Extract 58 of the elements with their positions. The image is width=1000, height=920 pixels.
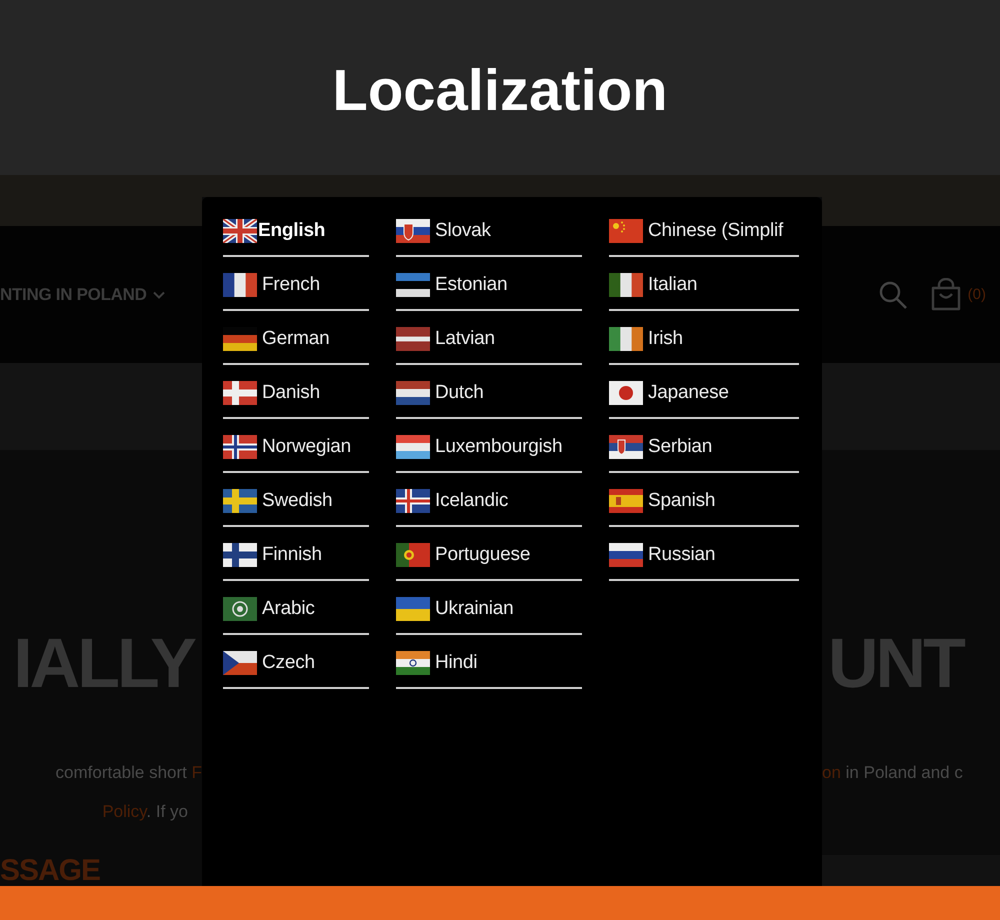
- language-option[interactable]: Ukrainian: [396, 585, 582, 635]
- language-option[interactable]: Dutch: [396, 369, 582, 419]
- flag-icon: [396, 381, 430, 405]
- flag-icon: [609, 435, 643, 459]
- flag-icon: [609, 381, 643, 405]
- language-option[interactable]: Hindi: [396, 639, 582, 689]
- flag-icon: [609, 219, 643, 243]
- flag-icon: [396, 327, 430, 351]
- paragraph-text: Policy. If yo: [101, 802, 189, 822]
- language-option[interactable]: Finnish: [223, 531, 369, 581]
- language-option[interactable]: French: [223, 261, 369, 311]
- cart-count: (0): [968, 286, 986, 303]
- language-option[interactable]: German: [223, 315, 369, 365]
- page-title: Localization: [332, 57, 668, 124]
- flag-icon: [223, 219, 257, 243]
- flag-icon: [609, 327, 643, 351]
- flag-icon: [609, 543, 643, 567]
- language-option[interactable]: Slovak: [396, 207, 582, 257]
- flag-icon: [223, 651, 257, 675]
- flag-icon: [396, 651, 430, 675]
- flag-icon: [609, 489, 643, 513]
- language-option[interactable]: Norwegian: [223, 423, 369, 473]
- flag-icon: [396, 273, 430, 297]
- paragraph-text: comfortable short F: [54, 763, 202, 783]
- flag-icon: [223, 597, 257, 621]
- language-option[interactable]: Irish: [609, 315, 799, 365]
- language-option[interactable]: Arabic: [223, 585, 369, 635]
- language-option[interactable]: Spanish: [609, 477, 799, 527]
- flag-icon: [223, 489, 257, 513]
- flag-icon: [396, 435, 430, 459]
- chevron-down-icon: [152, 290, 165, 298]
- flag-icon: [609, 273, 643, 297]
- language-option[interactable]: Danish: [223, 369, 369, 419]
- language-option[interactable]: Latvian: [396, 315, 582, 365]
- paragraph-text: on in Poland and c: [822, 763, 964, 783]
- flag-icon: [396, 597, 430, 621]
- language-option[interactable]: Russian: [609, 531, 799, 581]
- language-option[interactable]: Swedish: [223, 477, 369, 527]
- flag-icon: [396, 219, 430, 243]
- flag-icon: [396, 489, 430, 513]
- language-option[interactable]: Portuguese: [396, 531, 582, 581]
- flag-icon: [223, 381, 257, 405]
- language-option[interactable]: Chinese (Simplif: [609, 207, 799, 257]
- language-option[interactable]: Estonian: [396, 261, 582, 311]
- language-option[interactable]: Luxembourgish: [396, 423, 582, 473]
- search-icon[interactable]: [878, 280, 908, 310]
- language-option[interactable]: Japanese: [609, 369, 799, 419]
- flag-icon: [223, 273, 257, 297]
- flag-icon: [223, 543, 257, 567]
- shopping-bag-icon[interactable]: [930, 278, 962, 312]
- flag-icon: [223, 435, 257, 459]
- language-option[interactable]: Icelandic: [396, 477, 582, 527]
- language-option[interactable]: English: [223, 207, 369, 257]
- section-heading: SSAGE: [0, 856, 102, 886]
- language-option[interactable]: Czech: [223, 639, 369, 689]
- language-option[interactable]: Serbian: [609, 423, 799, 473]
- language-option[interactable]: Italian: [609, 261, 799, 311]
- flag-icon: [396, 543, 430, 567]
